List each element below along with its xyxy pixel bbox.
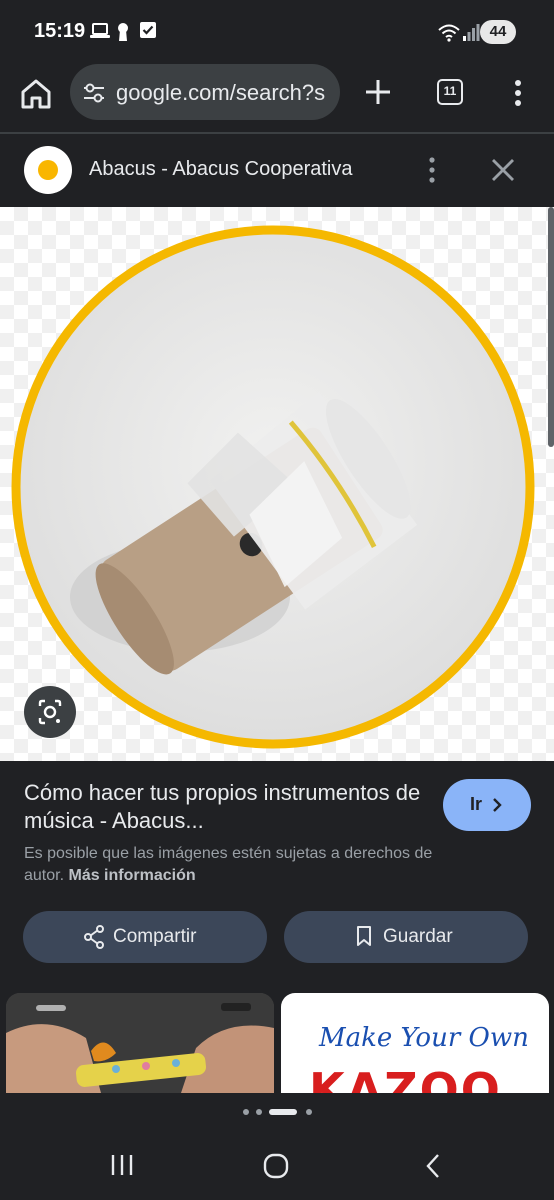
save-button[interactable]: Guardar — [284, 911, 528, 963]
visit-button-label: Ir — [470, 794, 483, 814]
page-dot — [306, 1109, 312, 1115]
more-vert-icon[interactable] — [424, 156, 440, 184]
status-time: 15:19 — [34, 20, 86, 42]
related-image-1[interactable] — [6, 993, 274, 1093]
scrollbar[interactable] — [548, 207, 554, 447]
related-image-2[interactable]: Make Your Own KAZOO — [281, 993, 549, 1093]
save-label: Guardar — [383, 926, 453, 947]
battery-indicator: 44 — [480, 20, 516, 44]
result-info: Cómo hacer tus propios instrumentos de m… — [0, 761, 554, 993]
page-dot — [243, 1109, 249, 1115]
kazoo-image — [11, 225, 535, 749]
page-dot-active — [269, 1109, 297, 1115]
copyright-notice: Es posible que las imágenes estén sujeta… — [24, 843, 474, 887]
more-options-icon[interactable] — [508, 78, 528, 108]
visit-button[interactable]: Ir — [443, 779, 531, 831]
keyhole-icon — [118, 23, 128, 41]
bookmark-icon — [357, 926, 371, 946]
home-nav-icon[interactable] — [263, 1153, 289, 1179]
laptop-icon — [90, 23, 110, 38]
result-title[interactable]: Cómo hacer tus propios instrumentos de m… — [24, 779, 424, 835]
share-icon — [84, 925, 104, 949]
home-icon[interactable] — [18, 76, 54, 112]
kazoo-title: KAZOO — [309, 1063, 502, 1093]
hands-kazoo-image — [6, 993, 274, 1093]
close-icon[interactable] — [489, 156, 517, 184]
bottom-area — [0, 1093, 554, 1200]
wifi-icon — [438, 24, 460, 42]
page-dot — [256, 1109, 262, 1115]
lens-button[interactable] — [24, 686, 76, 738]
address-bar[interactable]: google.com/search?s — [70, 64, 340, 120]
status-bar: 15:19 44 — [0, 0, 554, 62]
chevron-right-icon — [493, 798, 502, 812]
url-text[interactable]: google.com/search?s — [116, 80, 325, 106]
image-preview[interactable] — [0, 207, 554, 761]
share-label: Compartir — [113, 926, 197, 947]
kazoo-subtitle: Make Your Own — [319, 1023, 529, 1053]
check-box-icon — [140, 22, 156, 38]
browser-toolbar: google.com/search?s 11 — [0, 62, 554, 134]
recent-apps-icon[interactable] — [110, 1153, 134, 1177]
signal-icon — [463, 24, 480, 41]
site-settings-icon[interactable] — [82, 82, 106, 104]
share-button[interactable]: Compartir — [23, 911, 267, 963]
more-info-link[interactable]: Más información — [68, 867, 195, 884]
back-icon[interactable] — [424, 1153, 442, 1179]
google-lens-icon — [38, 699, 62, 725]
new-tab-icon[interactable] — [364, 78, 392, 106]
site-logo — [24, 146, 72, 194]
page-indicator — [0, 1107, 554, 1117]
result-header: Abacus - Abacus Cooperativa — [0, 136, 554, 206]
source-title[interactable]: Abacus - Abacus Cooperativa — [89, 158, 353, 181]
tab-switcher-button[interactable]: 11 — [437, 79, 463, 105]
